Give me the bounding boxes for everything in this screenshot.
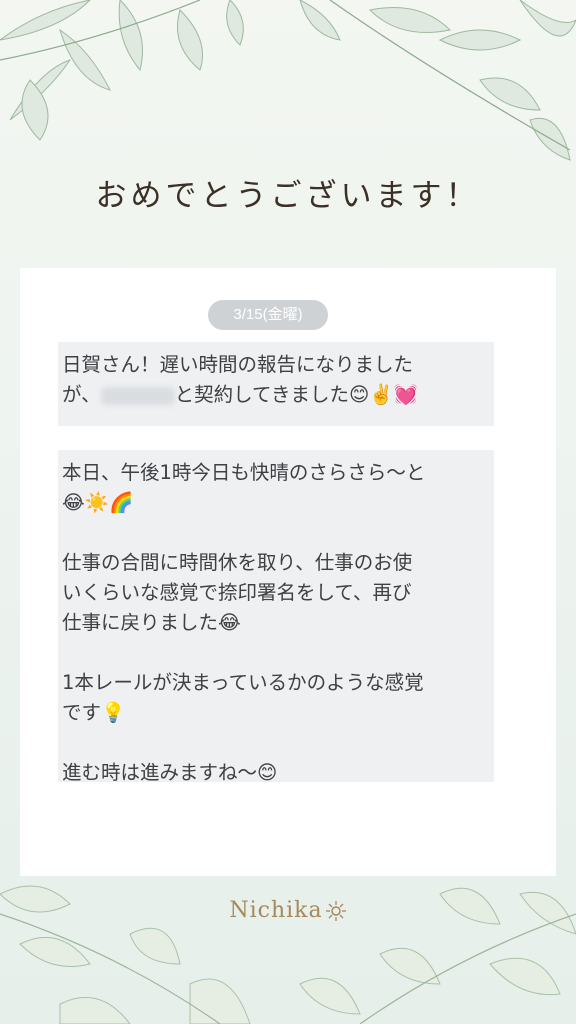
message-line: 日賀さん！遅い時間の報告になりました <box>62 353 414 376</box>
leaf-branches-icon <box>0 0 576 161</box>
brand-signature: Nichika <box>0 898 576 923</box>
date-badge: 3/15(金曜) <box>208 300 328 330</box>
message-line: 本日、午後1時今日も快晴のさらさら〜と <box>62 461 426 484</box>
message-line: いくらいな感覚で捺印署名をして、再び <box>62 581 412 604</box>
message-line: 進む時は進みますね〜😊 <box>62 761 278 784</box>
message-line: 😂☀️🌈 <box>62 491 134 514</box>
chat-bubble-1: 日賀さん！遅い時間の報告になりました が、 と契約してきました😊✌️💓 <box>58 342 494 426</box>
message-line: 仕事の合間に時間休を取り、仕事のお使 <box>62 551 413 574</box>
message-line: 1本レールが決まっているかのような感覚 <box>62 671 424 694</box>
sun-icon <box>325 901 346 921</box>
message-line: 仕事に戻りました😂 <box>62 611 241 634</box>
message-line: と契約してきました😊✌️💓 <box>174 383 418 406</box>
chat-bubble-2: 本日、午後1時今日も快晴のさらさら〜と 😂☀️🌈 仕事の合間に時間休を取り、仕事… <box>58 450 494 784</box>
message-line: が、 <box>62 383 101 406</box>
redacted-text <box>100 386 175 405</box>
message-line: です💡 <box>62 701 126 724</box>
leaf-branches-icon <box>0 885 576 1024</box>
page-title: おめでとうございます！ <box>95 178 481 214</box>
brand-name: Nichika <box>229 898 323 923</box>
